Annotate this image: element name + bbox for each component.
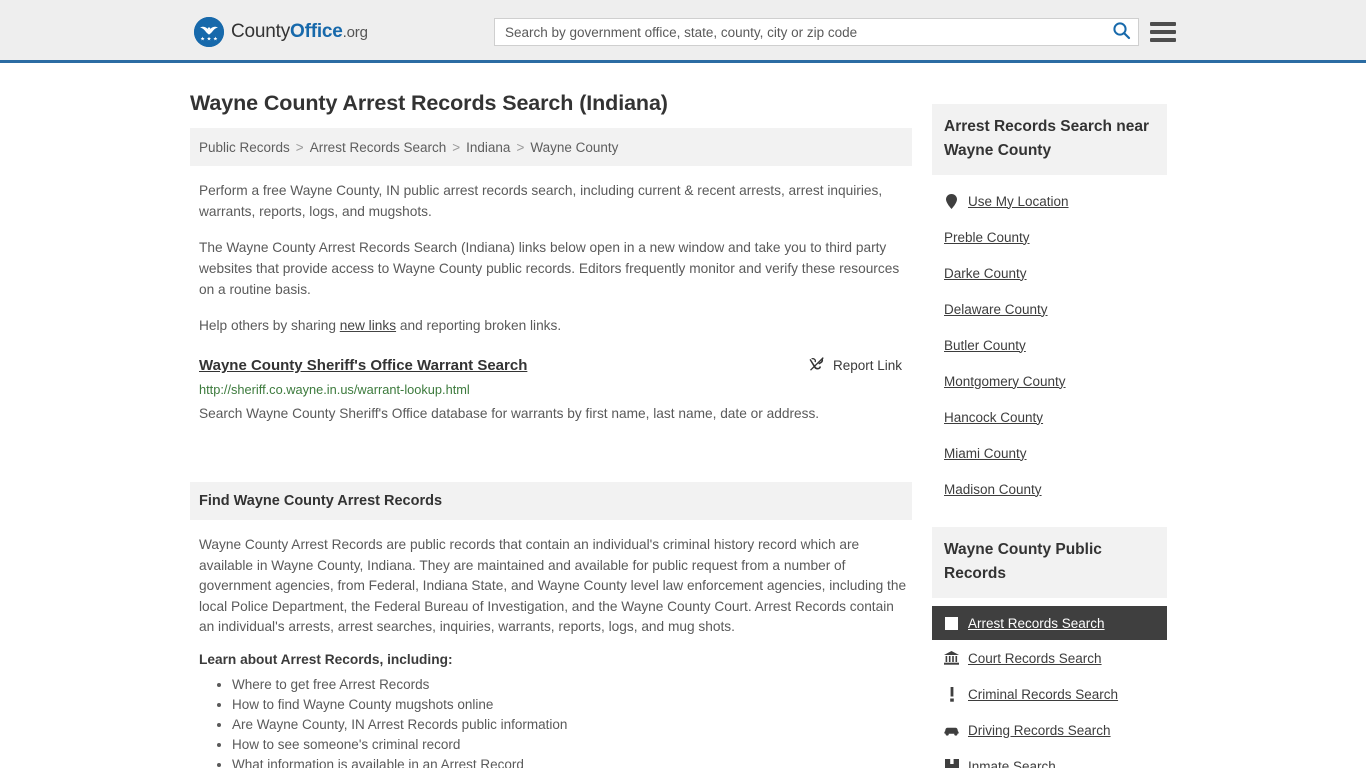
sidebar-item-label[interactable]: Madison County: [944, 482, 1042, 497]
hamburger-menu-icon[interactable]: [1150, 20, 1176, 44]
page-title: Wayne County Arrest Records Search (Indi…: [190, 91, 668, 115]
report-link-button[interactable]: Report Link: [809, 356, 908, 375]
result-title-link[interactable]: Wayne County Sheriff's Office Warrant Se…: [199, 356, 527, 376]
public-records-list: Arrest Records Search Court Records Sear…: [932, 598, 1167, 768]
brand-part-county: County: [231, 21, 291, 42]
sidebar-item-label[interactable]: Driving Records Search: [968, 723, 1111, 738]
breadcrumb: Public Records > Arrest Records Search >…: [190, 128, 912, 166]
sidebar-item-butler-county[interactable]: Butler County: [932, 327, 1167, 363]
sidebar-item-court-records-search[interactable]: Court Records Search: [932, 640, 1167, 676]
report-link-label: Report Link: [832, 358, 902, 373]
exclamation-icon: [944, 686, 959, 702]
sidebar-item-driving-records-search[interactable]: Driving Records Search: [932, 712, 1167, 748]
sidebar-item-hancock-county[interactable]: Hancock County: [932, 399, 1167, 435]
sidebar: Arrest Records Search near Wayne County …: [932, 63, 1167, 768]
intro-paragraph-2: The Wayne County Arrest Records Search (…: [199, 240, 900, 297]
sidebar-item-label[interactable]: Use My Location: [968, 194, 1069, 209]
search-icon: [1112, 21, 1131, 43]
sidebar-item-use-my-location[interactable]: Use My Location: [932, 183, 1167, 219]
search-button[interactable]: [1104, 19, 1138, 45]
breadcrumb-item-public-records[interactable]: Public Records: [199, 140, 290, 155]
breadcrumb-separator-icon: >: [452, 139, 461, 155]
sidebar-item-label[interactable]: Miami County: [944, 446, 1027, 461]
page-body: Wayne County Arrest Records Search (Indi…: [0, 63, 1366, 768]
sidebar-item-label[interactable]: Arrest Records Search: [968, 616, 1105, 631]
result-item: Wayne County Sheriff's Office Warrant Se…: [190, 356, 912, 426]
sidebar-item-label[interactable]: Criminal Records Search: [968, 687, 1118, 702]
hamburger-bar: [1150, 22, 1176, 26]
find-records-body-text: Wayne County Arrest Records are public r…: [199, 537, 907, 634]
help-text-after: and reporting broken links.: [396, 318, 562, 333]
sidebar-item-label[interactable]: Court Records Search: [968, 651, 1102, 666]
hamburger-bar: [1150, 30, 1176, 34]
nearby-search-heading: Arrest Records Search near Wayne County: [932, 104, 1167, 175]
learn-about-subheading: Learn about Arrest Records, including:: [199, 651, 453, 667]
intro-paragraph-1: Perform a free Wayne County, IN public a…: [199, 183, 883, 219]
broken-link-icon: [809, 356, 825, 375]
main-column: Wayne County Arrest Records Search (Indi…: [190, 63, 912, 768]
sidebar-item-label[interactable]: Hancock County: [944, 410, 1043, 425]
inmate-icon: [944, 759, 959, 768]
sidebar-item-label[interactable]: Montgomery County: [944, 374, 1066, 389]
eagle-stars-logo-icon: [194, 17, 224, 47]
sidebar-item-arrest-records-search[interactable]: Arrest Records Search: [932, 606, 1167, 640]
sidebar-item-darke-county[interactable]: Darke County: [932, 255, 1167, 291]
sidebar-item-preble-county[interactable]: Preble County: [932, 219, 1167, 255]
sidebar-item-madison-county[interactable]: Madison County: [932, 471, 1167, 507]
sidebar-item-label[interactable]: Inmate Search: [968, 759, 1056, 768]
courthouse-icon: [944, 651, 959, 666]
sidebar-item-inmate-search[interactable]: Inmate Search: [932, 748, 1167, 768]
search-bar: [494, 18, 1139, 46]
sidebar-item-label[interactable]: Delaware County: [944, 302, 1048, 317]
car-icon: [944, 723, 959, 738]
sidebar-item-label[interactable]: Butler County: [944, 338, 1026, 353]
brand-part-office: Office: [290, 21, 343, 42]
nearby-county-list: Use My Location Preble County Darke Coun…: [932, 175, 1167, 507]
public-records-heading: Wayne County Public Records: [932, 527, 1167, 598]
sidebar-item-criminal-records-search[interactable]: Criminal Records Search: [932, 676, 1167, 712]
sidebar-item-label[interactable]: Darke County: [944, 266, 1027, 281]
learn-about-list: Where to get free Arrest Records How to …: [199, 675, 908, 768]
help-text-before: Help others by sharing: [199, 318, 340, 333]
breadcrumb-item-arrest-records-search[interactable]: Arrest Records Search: [310, 140, 447, 155]
search-input[interactable]: [495, 19, 1104, 45]
breadcrumb-item-wayne-county[interactable]: Wayne County: [530, 140, 618, 155]
new-links-link[interactable]: new links: [340, 318, 396, 333]
list-item: Where to get free Arrest Records: [232, 675, 908, 695]
fingerprint-square-icon: [944, 616, 959, 631]
site-logo[interactable]: CountyOffice.org: [194, 17, 368, 47]
result-description: Search Wayne County Sheriff's Office dat…: [199, 406, 820, 421]
map-pin-icon: [944, 193, 959, 209]
site-logo-text: CountyOffice.org: [231, 21, 368, 43]
result-url: http://sheriff.co.wayne.in.us/warrant-lo…: [199, 382, 470, 397]
list-item: How to find Wayne County mugshots online: [232, 695, 908, 715]
breadcrumb-item-indiana[interactable]: Indiana: [466, 140, 510, 155]
hamburger-bar: [1150, 38, 1176, 42]
find-records-section-heading: Find Wayne County Arrest Records: [190, 482, 912, 520]
sidebar-item-delaware-county[interactable]: Delaware County: [932, 291, 1167, 327]
breadcrumb-separator-icon: >: [295, 139, 304, 155]
list-item: What information is available in an Arre…: [232, 755, 908, 768]
list-item: How to see someone's criminal record: [232, 735, 908, 755]
site-header: CountyOffice.org: [0, 0, 1366, 63]
brand-part-org: .org: [342, 24, 368, 41]
breadcrumb-separator-icon: >: [516, 139, 525, 155]
sidebar-item-label[interactable]: Preble County: [944, 230, 1030, 245]
sidebar-item-montgomery-county[interactable]: Montgomery County: [932, 363, 1167, 399]
find-records-section-body: Wayne County Arrest Records are public r…: [190, 520, 912, 768]
sidebar-item-miami-county[interactable]: Miami County: [932, 435, 1167, 471]
help-paragraph: Help others by sharing new links and rep…: [190, 315, 912, 336]
list-item: Are Wayne County, IN Arrest Records publ…: [232, 715, 908, 735]
